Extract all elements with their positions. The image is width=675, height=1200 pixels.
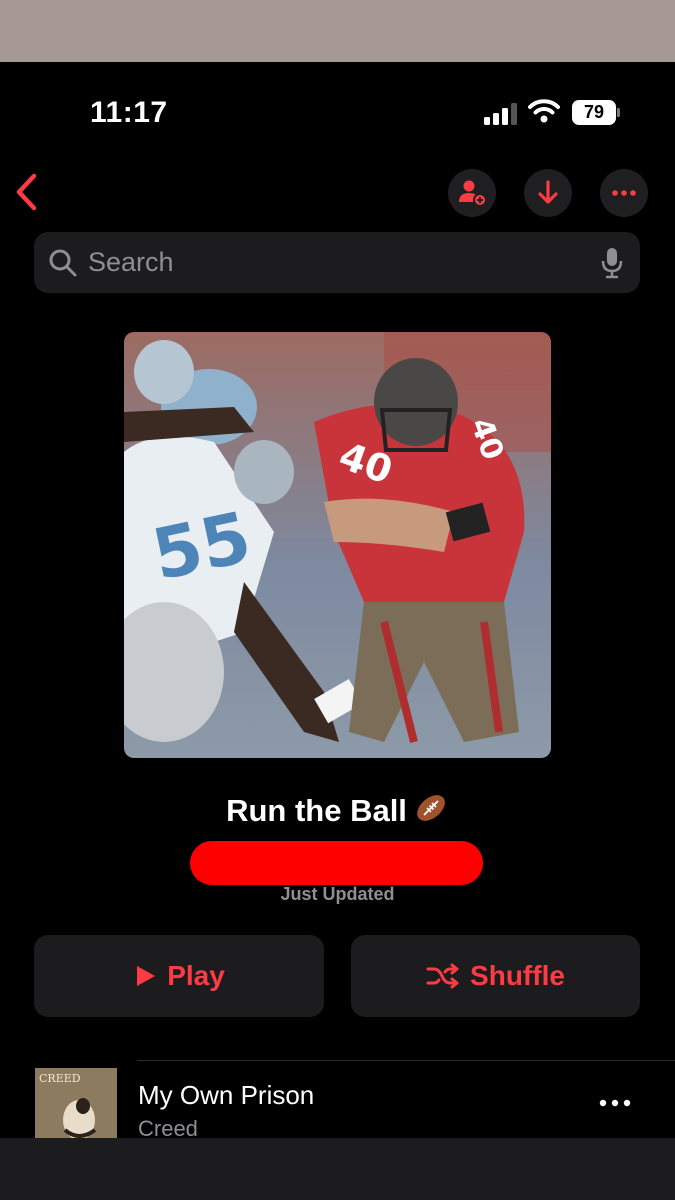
football-icon bbox=[417, 795, 445, 821]
track-album-art: CREED bbox=[35, 1068, 117, 1138]
download-icon bbox=[538, 180, 558, 204]
wifi-icon bbox=[528, 99, 560, 123]
redacted-author-mark bbox=[190, 841, 483, 885]
bottom-overlay-bar bbox=[0, 1138, 675, 1200]
shuffle-button[interactable]: Shuffle bbox=[351, 935, 640, 1017]
shuffle-icon bbox=[426, 963, 459, 989]
search-icon bbox=[49, 249, 77, 277]
track-artist: Creed bbox=[138, 1116, 198, 1138]
playlist-artwork: 55 40 40 bbox=[124, 332, 551, 758]
cellular-signal-icon bbox=[484, 101, 518, 125]
battery-icon: 79 bbox=[572, 100, 616, 125]
playlist-title-row: Run the Ball bbox=[0, 790, 675, 829]
search-bar[interactable] bbox=[34, 232, 640, 293]
track-row[interactable]: CREED My Own Prison Creed bbox=[0, 1062, 675, 1138]
add-person-icon bbox=[459, 180, 487, 207]
search-input[interactable] bbox=[88, 232, 568, 293]
track-more-icon[interactable] bbox=[598, 1098, 632, 1108]
microphone-icon[interactable] bbox=[600, 246, 624, 280]
play-label: Play bbox=[167, 960, 225, 991]
list-divider bbox=[137, 1060, 675, 1061]
more-icon bbox=[612, 190, 636, 196]
play-icon bbox=[137, 966, 156, 986]
chevron-left-icon[interactable] bbox=[12, 170, 42, 214]
status-time: 11:17 bbox=[90, 96, 168, 129]
battery-tip bbox=[617, 108, 620, 117]
track-title: My Own Prison bbox=[138, 1080, 315, 1110]
top-overlay-bar bbox=[0, 0, 675, 62]
download-button[interactable] bbox=[524, 169, 572, 217]
play-button[interactable]: Play bbox=[34, 935, 324, 1017]
add-collaborator-button[interactable] bbox=[448, 169, 496, 217]
playlist-title: Run the Ball bbox=[226, 793, 407, 828]
more-options-button[interactable] bbox=[600, 169, 648, 217]
updated-status: Just Updated bbox=[280, 884, 395, 904]
album-art-label: CREED bbox=[39, 1072, 81, 1085]
music-app-screen: 11:17 79 Search 55 40 40 Run the Ball Ju… bbox=[0, 62, 675, 1138]
shuffle-label: Shuffle bbox=[470, 960, 565, 991]
